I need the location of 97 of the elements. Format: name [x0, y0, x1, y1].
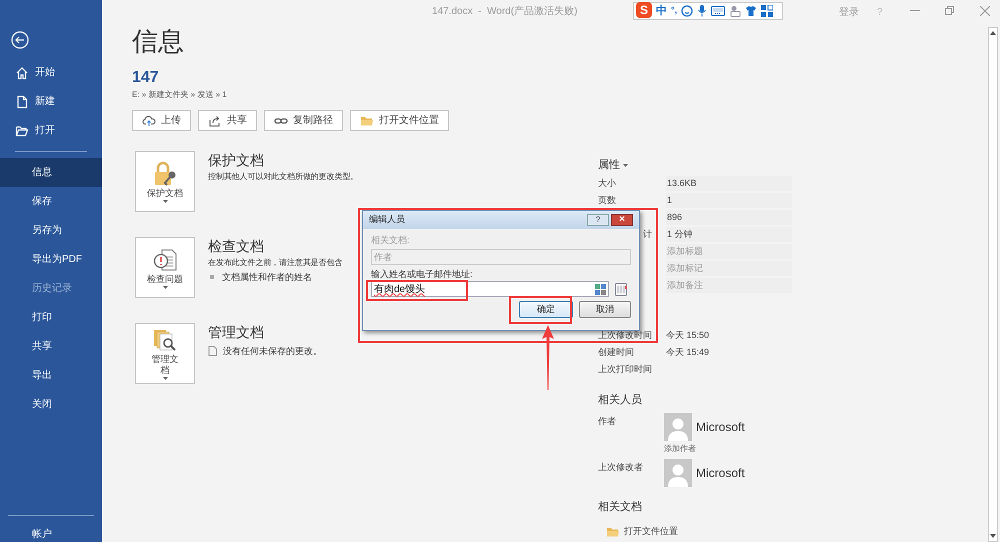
documents-search-icon — [152, 327, 178, 353]
property-label: 上次修改者 — [598, 460, 644, 474]
properties-heading[interactable]: 属性 — [598, 156, 620, 174]
shirt-icon[interactable] — [745, 5, 758, 17]
section-button[interactable]: 保护文档 — [135, 151, 195, 212]
restore-icon[interactable] — [945, 6, 954, 15]
property-label: 上次打印时间 — [598, 362, 653, 376]
section-heading: 相关文档 — [598, 500, 643, 514]
smiley-icon[interactable] — [681, 5, 694, 17]
property-value: 今天 15:50 — [666, 328, 710, 342]
sidebar-item[interactable]: 另存为 — [0, 216, 102, 245]
folder-icon — [15, 124, 29, 138]
property-value[interactable]: 1 — [666, 193, 792, 208]
property-value[interactable]: 1 分钟 — [666, 227, 792, 242]
section-heading: 相关人员 — [598, 392, 643, 408]
property-label: 创建时间 — [598, 346, 635, 359]
address-book-icon[interactable] — [615, 282, 627, 296]
file-path: E: » 新建文件夹 » 发送 » 1 — [132, 90, 228, 100]
action-button[interactable]: 复制路径 — [264, 110, 343, 131]
check-names-icon[interactable] — [595, 284, 606, 294]
sidebar-item[interactable]: 导出为PDF — [0, 245, 102, 274]
close-button[interactable]: × — [611, 214, 633, 226]
dialog-title: 编辑人员 — [369, 213, 406, 226]
document-icon — [208, 346, 217, 356]
back-button[interactable] — [10, 30, 30, 50]
section-note: 没有任何未保存的更改。 — [223, 345, 322, 357]
file-name: 147 — [132, 69, 160, 87]
document-icon — [15, 94, 29, 108]
sidebar-item[interactable]: 信息 — [0, 158, 102, 187]
section-title: 保护文档 — [208, 151, 265, 169]
property-label: 计 — [643, 228, 652, 241]
ime-punctuation[interactable]: °, — [671, 4, 678, 18]
link-icon — [274, 116, 288, 126]
keyboard-icon[interactable] — [711, 6, 726, 16]
bullet-text: 文档属性和作者的姓名 — [222, 271, 312, 283]
grid-icon[interactable] — [761, 5, 774, 17]
ok-button[interactable]: 确定 — [519, 301, 573, 318]
action-button[interactable]: 共享 — [198, 110, 257, 131]
sidebar-item[interactable]: 开始 — [0, 58, 102, 87]
window-title: 147.docx - Word(产品激活失败) — [432, 4, 578, 19]
home-icon — [15, 66, 29, 80]
folder-icon — [606, 526, 620, 538]
share-icon — [208, 114, 222, 126]
document-check-icon — [152, 246, 178, 272]
property-value[interactable]: 13.6KB — [666, 176, 792, 191]
scroll-down-icon[interactable] — [990, 534, 996, 538]
action-button[interactable]: 打开文件位置 — [350, 110, 449, 131]
property-label: 上次修改时间 — [598, 328, 653, 342]
section-description: 控制其他人可以对此文档所做的更改类型。 — [208, 171, 358, 183]
name-input[interactable]: 有肉de馒头 — [371, 281, 609, 297]
property-label: 作者 — [598, 414, 617, 428]
scroll-up-icon[interactable] — [990, 31, 996, 35]
arrow — [542, 325, 554, 390]
sidebar-item[interactable]: 关闭 — [0, 390, 102, 419]
caret-icon — [162, 377, 168, 380]
sidebar-item[interactable]: 新建 — [0, 87, 102, 116]
ime-logo: S — [636, 2, 652, 18]
microphone-icon[interactable] — [697, 5, 708, 17]
property-label: 页数 — [598, 194, 616, 207]
ime-mode[interactable]: 中 — [656, 2, 667, 20]
help-button[interactable]: ? — [587, 214, 609, 226]
property-label: 大小 — [598, 176, 616, 190]
section-title: 检查文档 — [208, 237, 265, 255]
sidebar-item[interactable]: 保存 — [0, 187, 102, 216]
open-location-link[interactable]: 打开文件位置 — [624, 525, 678, 538]
property-value[interactable]: 896 — [666, 210, 792, 225]
avatar-icon — [664, 458, 692, 486]
folder-icon — [360, 114, 374, 126]
person-name: Microsoft — [696, 418, 745, 436]
user-tools-icon[interactable] — [729, 5, 742, 17]
sidebar-item[interactable]: 共享 — [0, 332, 102, 361]
caret-icon — [162, 286, 168, 288]
avatar-icon — [664, 412, 692, 440]
close-icon[interactable] — [980, 6, 990, 16]
related-document-field: 作者 — [371, 249, 631, 265]
section-button[interactable]: 管理文档 — [135, 323, 195, 384]
caret-icon — [162, 200, 168, 202]
property-value: 今天 15:49 — [666, 346, 710, 359]
action-button[interactable]: 上传 — [132, 110, 191, 131]
sidebar-item[interactable]: 打印 — [0, 303, 102, 332]
lock-key-icon — [152, 160, 178, 186]
caret-icon — [623, 164, 628, 166]
scrollbar[interactable] — [988, 27, 998, 542]
sidebar-item[interactable]: 打开 — [0, 116, 102, 145]
section-title: 管理文档 — [208, 323, 265, 341]
sidebar-item[interactable]: 帐户 — [0, 528, 102, 542]
add-author-link[interactable]: 添加作者 — [664, 442, 745, 454]
page-heading: 信息 — [132, 25, 185, 57]
bullet-icon — [210, 275, 214, 279]
section-button[interactable]: 检查问题 — [135, 237, 195, 298]
cloud-upload-icon — [142, 114, 156, 126]
section-description: 在发布此文件之前，请注意其是否包含 — [208, 257, 342, 269]
sidebar-item[interactable]: 导出 — [0, 361, 102, 390]
field-label: 相关文档: — [371, 235, 410, 246]
field-label: 输入姓名或电子邮件地址: — [371, 269, 473, 279]
cancel-button[interactable]: 取消 — [579, 301, 631, 318]
person-name: Microsoft — [696, 464, 745, 482]
